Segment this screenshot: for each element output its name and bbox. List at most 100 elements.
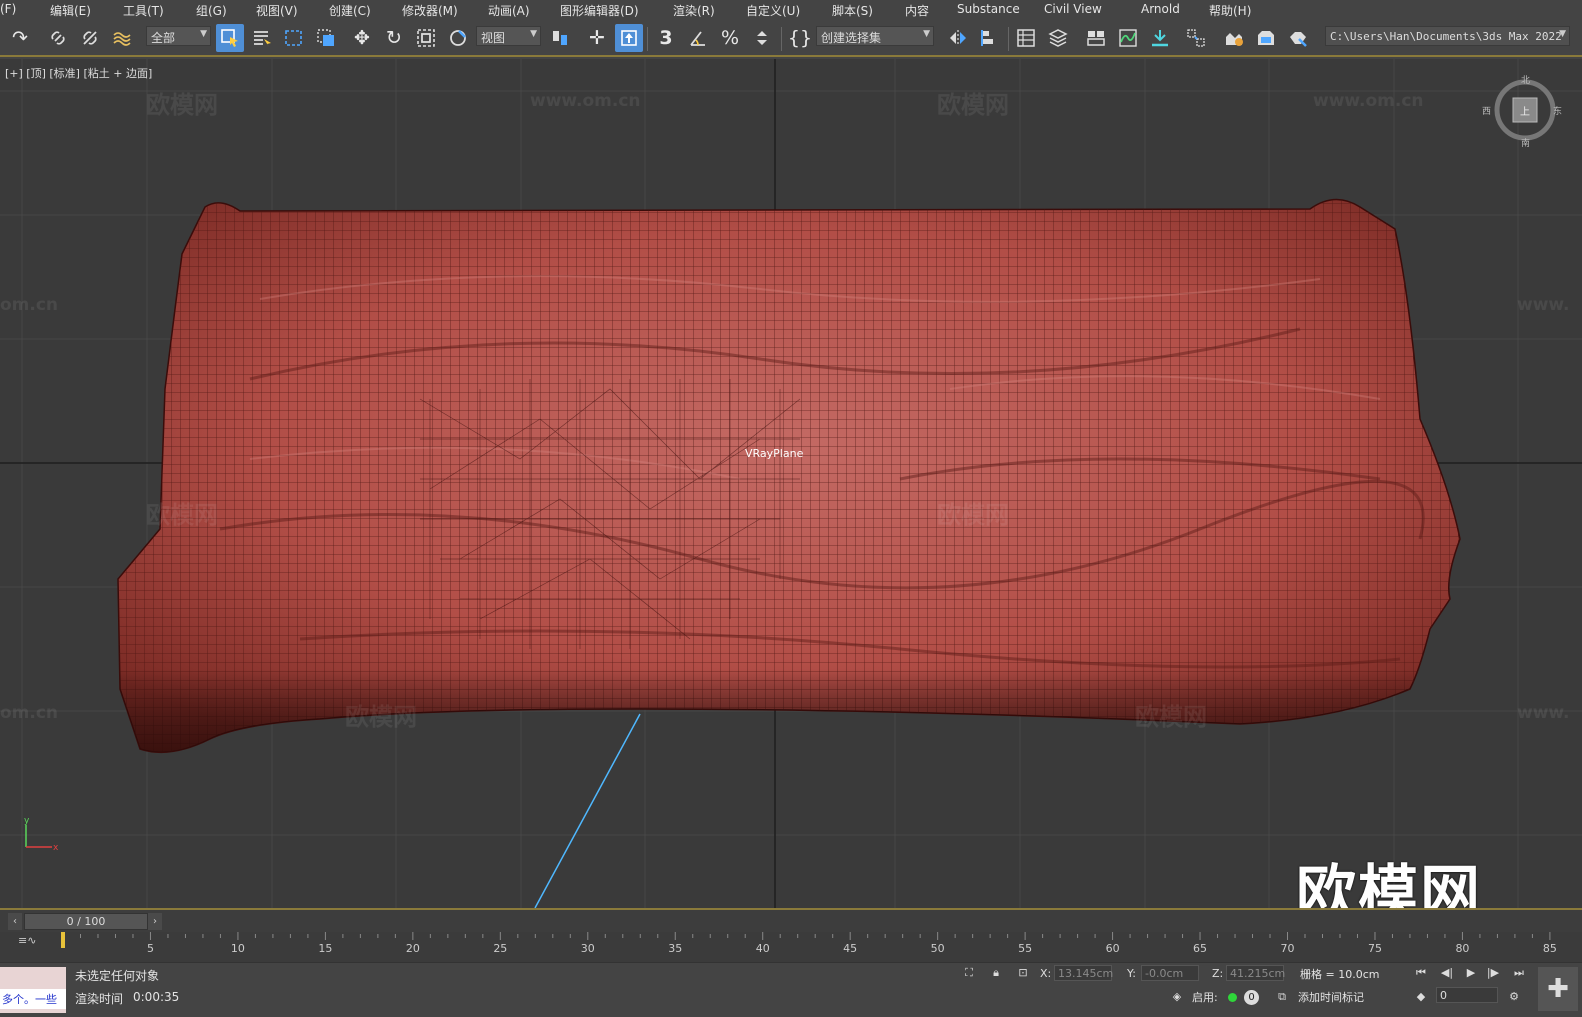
toolbar-separator bbox=[647, 27, 648, 51]
time-configuration-icon[interactable]: ⚙︎ bbox=[1505, 989, 1523, 1005]
menu-views[interactable]: 视图(V) bbox=[256, 2, 298, 19]
viewcube-west[interactable]: 西 bbox=[1482, 104, 1491, 117]
viewcube-top-face[interactable]: 上 bbox=[1520, 103, 1530, 118]
track-tick-label: 60 bbox=[1106, 942, 1120, 955]
lock-selection-icon[interactable]: 🔒︎ bbox=[987, 965, 1005, 981]
menu-modifiers[interactable]: 修改器(M) bbox=[402, 2, 458, 19]
bind-space-warp-icon[interactable] bbox=[108, 24, 136, 52]
curve-editor-icon[interactable] bbox=[1114, 24, 1142, 52]
menu-graph-editors[interactable]: 图形编辑器(D) bbox=[560, 2, 639, 19]
keyboard-shortcut-override-icon[interactable] bbox=[615, 24, 643, 52]
isolate-selection-icon[interactable]: ⛶ bbox=[960, 965, 978, 981]
scene-explorer-icon[interactable] bbox=[1012, 24, 1040, 52]
absolute-mode-icon[interactable]: ⊡ bbox=[1014, 965, 1032, 981]
link-icon[interactable] bbox=[44, 24, 72, 52]
adaptive-degradation-icon[interactable]: ◈ bbox=[1168, 989, 1186, 1005]
render-production-icon[interactable] bbox=[1284, 24, 1312, 52]
menu-substance[interactable]: Substance bbox=[957, 2, 1020, 16]
project-path-field[interactable]: C:\Users\Han\Documents\3ds Max 2022 ▼ bbox=[1325, 26, 1570, 46]
maxscript-output[interactable]: 多个。一些 bbox=[0, 989, 66, 1009]
toggle-ribbon-icon[interactable] bbox=[1082, 24, 1110, 52]
select-by-name-icon[interactable] bbox=[248, 24, 276, 52]
y-coordinate-field[interactable]: -0.0cm bbox=[1141, 965, 1199, 981]
go-to-end-icon[interactable]: ⏭ bbox=[1510, 965, 1528, 981]
snap-toggle-icon[interactable]: 3 bbox=[652, 24, 680, 52]
menu-customize[interactable]: 自定义(U) bbox=[746, 2, 800, 19]
menu-bar: (F) 编辑(E) 工具(T) 组(G) 视图(V) 创建(C) 修改器(M) … bbox=[0, 0, 1582, 19]
rotate-icon[interactable]: ↻ bbox=[380, 24, 408, 52]
scale-icon[interactable] bbox=[412, 24, 440, 52]
named-selection-dropdown[interactable]: 创建选择集 ▼ bbox=[816, 26, 934, 46]
menu-scripting[interactable]: 脚本(S) bbox=[832, 2, 873, 19]
angle-snap-icon[interactable] bbox=[684, 24, 712, 52]
grid-size-readout: 栅格 = 10.0cm bbox=[1300, 968, 1380, 981]
viewcube-north[interactable]: 北 bbox=[1521, 73, 1530, 86]
track-tick-label: 15 bbox=[318, 942, 332, 955]
track-tick-label: 35 bbox=[668, 942, 682, 955]
menu-file[interactable]: (F) bbox=[0, 2, 16, 16]
current-frame-marker[interactable] bbox=[61, 932, 65, 948]
edit-named-selection-icon[interactable]: {} bbox=[786, 24, 814, 52]
svg-text:y: y bbox=[24, 816, 30, 826]
add-time-tag-button[interactable]: 添加时间标记 bbox=[1298, 989, 1364, 1005]
track-tick-label: 85 bbox=[1543, 942, 1557, 955]
mirror-icon[interactable] bbox=[944, 24, 972, 52]
move-icon[interactable]: ✥ bbox=[348, 24, 376, 52]
render-time-label: 渲染时间 bbox=[75, 992, 124, 1006]
menu-tools[interactable]: 工具(T) bbox=[123, 2, 164, 19]
menu-help[interactable]: 帮助(H) bbox=[1209, 2, 1251, 19]
time-tag-icon[interactable]: ⧉ bbox=[1273, 989, 1291, 1005]
align-icon[interactable] bbox=[976, 24, 1004, 52]
next-frame-icon[interactable]: |▶︎ bbox=[1484, 965, 1502, 981]
spinner-snap-icon[interactable] bbox=[748, 24, 776, 52]
svg-text:x: x bbox=[53, 843, 59, 853]
menu-rendering[interactable]: 渲染(R) bbox=[673, 2, 715, 19]
play-icon[interactable]: ▶︎ bbox=[1462, 965, 1480, 981]
track-bar-ruler: 5 10 15 20 25 30 35 40 45 50 55 60 65 70 75 80 85 bbox=[61, 932, 1557, 955]
watermark-cn: 欧模网 bbox=[146, 91, 218, 119]
viewport-navigation-icon[interactable]: ✚ bbox=[1538, 967, 1578, 1011]
render-setup-icon[interactable] bbox=[1220, 24, 1248, 52]
prev-frame-arrow-icon[interactable]: ‹ bbox=[8, 913, 22, 930]
redo-icon[interactable]: ↷ bbox=[6, 24, 34, 52]
select-object-icon[interactable] bbox=[216, 24, 244, 52]
time-slider-thumb[interactable]: 0 / 100 bbox=[24, 913, 148, 930]
selection-filter-dropdown[interactable]: 全部 ▼ bbox=[146, 26, 211, 46]
x-coordinate-field[interactable]: 13.145cm bbox=[1054, 965, 1113, 981]
next-frame-arrow-icon[interactable]: › bbox=[148, 913, 162, 930]
percent-snap-icon[interactable]: % bbox=[716, 24, 744, 52]
key-mode-icon[interactable]: ◆ bbox=[1412, 989, 1430, 1005]
track-bar[interactable]: ≡∿ 5 10 15 20 25 30 35 40 45 50 55 60 65 70 75 80 85 bbox=[0, 932, 1582, 962]
select-manipulate-icon[interactable]: ✛ bbox=[583, 24, 611, 52]
viewcube-south[interactable]: 南 bbox=[1521, 136, 1530, 149]
menu-animation[interactable]: 动画(A) bbox=[488, 2, 530, 19]
menu-civil-view[interactable]: Civil View bbox=[1044, 2, 1102, 16]
menu-edit[interactable]: 编辑(E) bbox=[50, 2, 91, 19]
previous-frame-icon[interactable]: ◀︎| bbox=[1438, 965, 1456, 981]
viewcube-east[interactable]: 东 bbox=[1553, 104, 1562, 117]
z-coordinate-field[interactable]: 41.215cm bbox=[1226, 965, 1285, 981]
maxscript-listener[interactable]: 多个。一些 bbox=[0, 967, 66, 1013]
place-icon[interactable] bbox=[444, 24, 472, 52]
viewport-label-menu[interactable]: [+] [顶] [标准] [粘土 + 边面] bbox=[5, 65, 152, 81]
go-to-start-icon[interactable]: ⏮ bbox=[1412, 965, 1430, 981]
viewcube[interactable]: 北 南 西 东 上 bbox=[1482, 76, 1562, 149]
rendered-frame-window-icon[interactable] bbox=[1252, 24, 1280, 52]
menu-create[interactable]: 创建(C) bbox=[329, 2, 371, 19]
unlink-icon[interactable] bbox=[76, 24, 104, 52]
pivot-center-icon[interactable] bbox=[546, 24, 574, 52]
chevron-down-icon: ▼ bbox=[1559, 29, 1566, 39]
layer-explorer-icon[interactable] bbox=[1044, 24, 1072, 52]
track-tick-label: 65 bbox=[1193, 942, 1207, 955]
current-frame-field[interactable]: 0 bbox=[1436, 987, 1498, 1003]
viewport-top[interactable]: y x [+] [顶] [标准] [粘土 + 边面] 欧模网 www.om.cn… bbox=[0, 59, 1582, 908]
menu-arnold[interactable]: Arnold bbox=[1141, 2, 1180, 16]
rectangle-selection-icon[interactable] bbox=[280, 24, 308, 52]
menu-group[interactable]: 组(G) bbox=[196, 2, 227, 19]
schematic-view-icon[interactable] bbox=[1146, 24, 1174, 52]
material-editor-icon[interactable] bbox=[1182, 24, 1210, 52]
reference-coordinate-dropdown[interactable]: 视图 ▼ bbox=[476, 26, 541, 46]
menu-content[interactable]: 内容 bbox=[905, 2, 929, 19]
time-slider[interactable]: ‹ 0 / 100 › bbox=[0, 908, 1582, 932]
window-crossing-icon[interactable] bbox=[312, 24, 340, 52]
